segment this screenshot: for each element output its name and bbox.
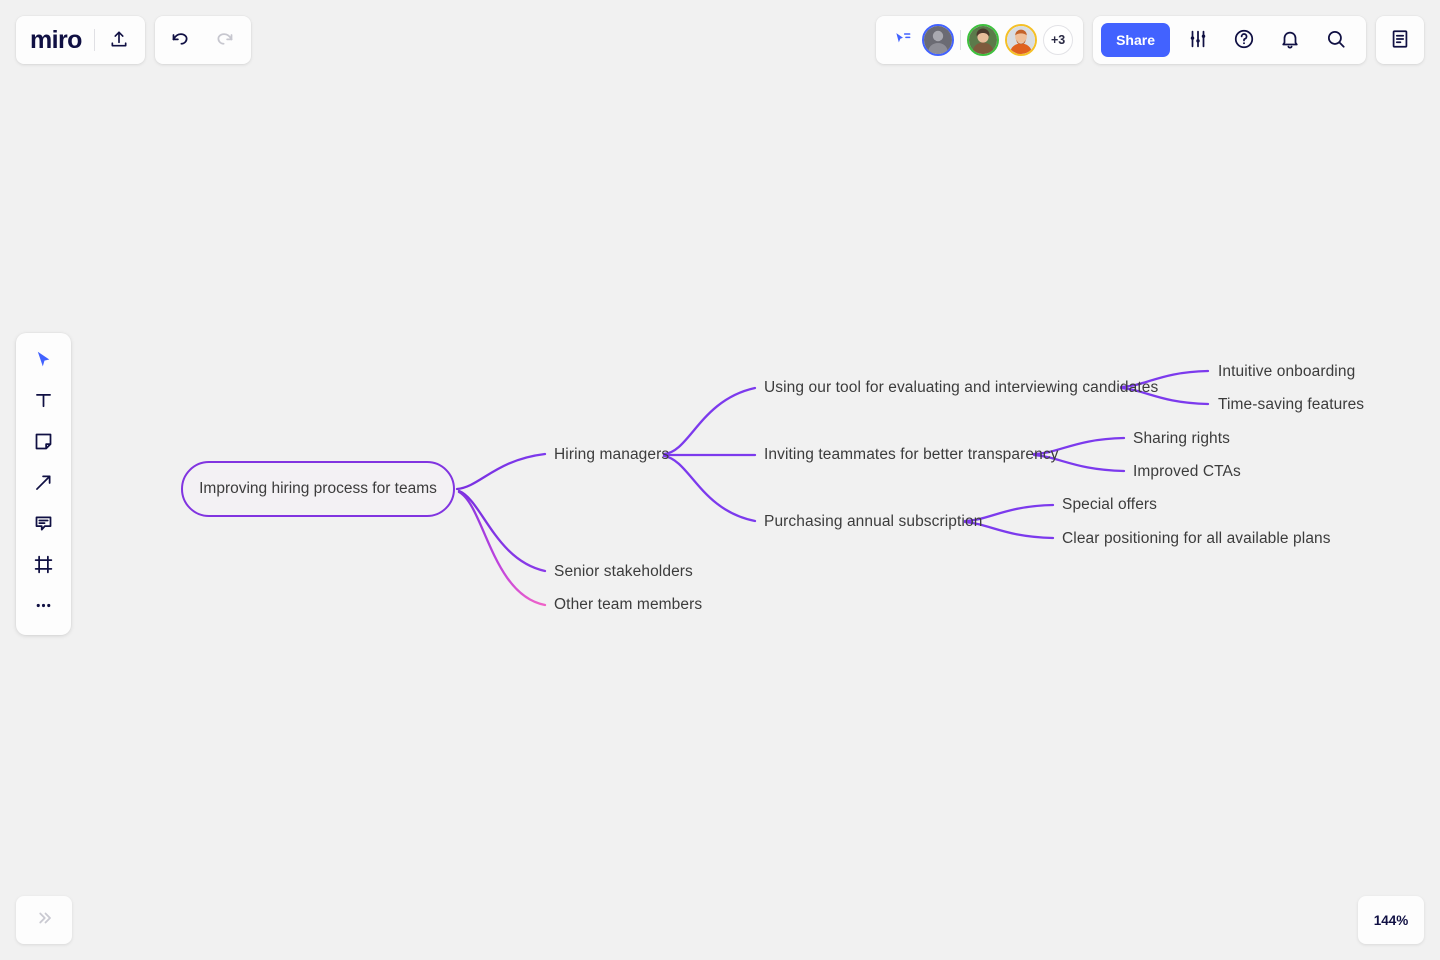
mindmap-node-purchasing-subscription[interactable]: Purchasing annual subscription (764, 514, 982, 530)
arrow-icon (33, 472, 54, 496)
avatar-overflow-badge[interactable]: +3 (1043, 25, 1074, 55)
board-canvas[interactable]: Improving hiring process for teams Hirin… (0, 0, 1440, 960)
frame-icon (33, 554, 54, 578)
sidebar-item-select-tool[interactable] (24, 341, 64, 381)
sliders-icon (1187, 28, 1209, 53)
notifications-button[interactable] (1268, 18, 1312, 62)
mindmap-node-hiring-managers[interactable]: Hiring managers (554, 447, 669, 463)
mindmap-node-inviting-teammates[interactable]: Inviting teammates for better transparen… (764, 447, 1059, 463)
sidebar-item-frame-tool[interactable] (24, 546, 64, 586)
mindmap-node-improved-ctas[interactable]: Improved CTAs (1133, 464, 1241, 480)
help-button[interactable] (1222, 18, 1266, 62)
search-button[interactable] (1314, 18, 1358, 62)
search-icon (1325, 28, 1347, 53)
collaborators-card: +3 (876, 16, 1084, 64)
top-right-toolbar: +3 Share (876, 16, 1424, 64)
share-button[interactable]: Share (1101, 23, 1170, 57)
comment-icon (33, 513, 54, 537)
mindmap-root-node[interactable]: Improving hiring process for teams (181, 461, 455, 517)
avatar[interactable] (922, 24, 955, 56)
sticky-note-icon (33, 431, 54, 455)
mindmap-node-using-our-tool[interactable]: Using our tool for evaluating and interv… (764, 380, 1158, 396)
mindmap-node-senior-stakeholders[interactable]: Senior stakeholders (554, 564, 693, 580)
document-panel-icon (1389, 28, 1411, 53)
zoom-level-label: 144% (1373, 912, 1409, 928)
sidebar-item-more-tools[interactable] (24, 587, 64, 627)
divider (93, 29, 95, 51)
notes-panel-card (1376, 16, 1424, 64)
miro-logo[interactable]: miro (30, 27, 92, 53)
chevron-double-right-icon (35, 909, 53, 932)
upload-icon (109, 29, 129, 52)
undo-icon (170, 28, 191, 52)
notes-panel-button[interactable] (1378, 18, 1422, 62)
mindmap-node-sharing-rights[interactable]: Sharing rights (1133, 431, 1230, 447)
mindmap-node-time-saving-features[interactable]: Time-saving features (1218, 397, 1364, 413)
redo-button[interactable] (203, 18, 247, 62)
avatar[interactable] (1005, 24, 1038, 56)
avatar[interactable] (967, 24, 1000, 56)
help-circle-icon (1233, 28, 1255, 53)
cursor-share-icon (893, 29, 913, 52)
sidebar-item-sticky-note-tool[interactable] (24, 423, 64, 463)
cursor-icon (33, 349, 54, 373)
miro-board: Improving hiring process for teams Hirin… (0, 0, 1440, 960)
actions-card: Share (1093, 16, 1366, 64)
mindmap-node-clear-positioning[interactable]: Clear positioning for all available plan… (1062, 531, 1331, 547)
bell-icon (1279, 28, 1301, 53)
sidebar-item-comment-tool[interactable] (24, 505, 64, 545)
mindmap-node-other-team-members[interactable]: Other team members (554, 597, 702, 613)
board-settings-button[interactable] (1176, 18, 1220, 62)
upload-button[interactable] (97, 18, 141, 62)
zoom-level-button[interactable]: 144% (1358, 896, 1424, 944)
mindmap-root-label: Improving hiring process for teams (199, 480, 437, 497)
history-card (154, 16, 251, 64)
sidebar-item-text-tool[interactable] (24, 382, 64, 422)
top-left-toolbar: miro (16, 16, 251, 64)
ellipsis-icon (33, 595, 54, 619)
sidebar-item-arrow-tool[interactable] (24, 464, 64, 504)
left-toolbar (16, 333, 71, 635)
text-icon (33, 390, 54, 414)
expand-panel-button[interactable] (16, 896, 72, 944)
mindmap-node-special-offers[interactable]: Special offers (1062, 497, 1157, 513)
logo-card: miro (16, 16, 145, 64)
undo-button[interactable] (159, 18, 203, 62)
divider (960, 30, 962, 50)
mindmap-node-intuitive-onboarding[interactable]: Intuitive onboarding (1218, 364, 1355, 380)
redo-icon (214, 28, 235, 52)
cursor-share-button[interactable] (886, 18, 920, 62)
avatar-list: +3 (922, 24, 1074, 56)
